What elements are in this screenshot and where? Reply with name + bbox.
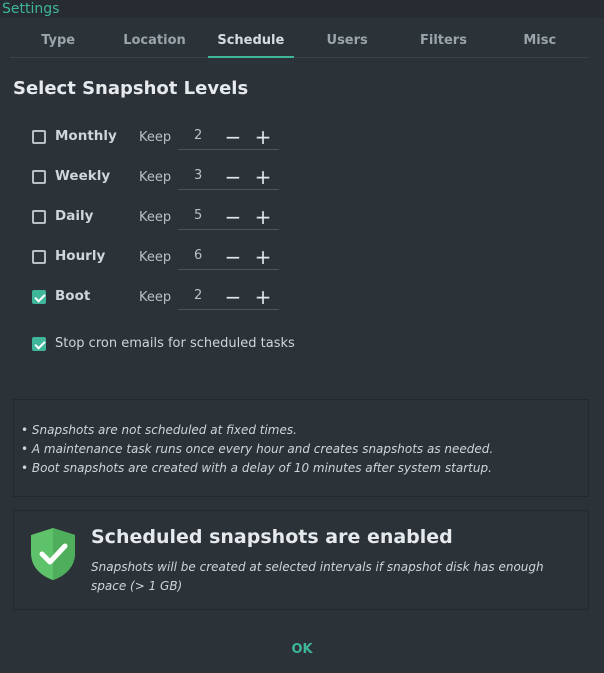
section-heading: Select Snapshot Levels [13,78,249,99]
decrement-button[interactable]: − [224,287,242,307]
increment-button[interactable]: + [254,207,272,227]
info-line: • Snapshots are not scheduled at fixed t… [21,423,297,437]
monthly-checkbox[interactable] [32,130,46,144]
monthly-label: Monthly [55,128,117,144]
tab-misc[interactable]: Misc [492,26,588,57]
level-row-daily: Daily Keep 5 − + [32,205,292,231]
window-title: Settings [0,0,604,18]
hourly-label: Hourly [55,248,106,264]
stop-cron-emails-checkbox[interactable] [32,337,46,351]
level-row-monthly: Monthly Keep 2 − + [32,125,292,151]
daily-keep-value[interactable]: 5 [194,208,210,223]
daily-checkbox[interactable] [32,210,46,224]
tab-schedule[interactable]: Schedule [203,26,299,58]
decrement-button[interactable]: − [224,127,242,147]
daily-keep-spinner: 5 − + [178,205,279,230]
monthly-keep-value[interactable]: 2 [194,128,210,143]
hourly-keep-spinner: 6 − + [178,245,279,270]
tab-bar: Type Location Schedule Users Filters Mis… [10,26,588,58]
level-row-hourly: Hourly Keep 6 − + [32,245,292,271]
level-row-boot: Boot Keep 2 − + [32,285,292,311]
weekly-label: Weekly [55,168,111,184]
level-row-weekly: Weekly Keep 3 − + [32,165,292,191]
decrement-button[interactable]: − [224,207,242,227]
ok-button[interactable]: OK [272,638,332,662]
boot-keep-spinner: 2 − + [178,285,279,310]
cron-row: Stop cron emails for scheduled tasks [32,332,332,356]
boot-keep-value[interactable]: 2 [194,288,210,303]
status-message: Snapshots will be created at selected in… [91,560,544,593]
info-line: • Boot snapshots are created with a dela… [21,461,492,475]
increment-button[interactable]: + [254,247,272,267]
info-box: • Snapshots are not scheduled at fixed t… [13,399,589,497]
decrement-button[interactable]: − [224,247,242,267]
tab-users[interactable]: Users [299,26,395,57]
keep-label: Keep [139,250,172,265]
weekly-keep-spinner: 3 − + [178,165,279,190]
monthly-keep-spinner: 2 − + [178,125,279,150]
info-line: • A maintenance task runs once every hou… [21,442,494,456]
tab-location[interactable]: Location [106,26,202,57]
decrement-button[interactable]: − [224,167,242,187]
keep-label: Keep [139,290,172,305]
increment-button[interactable]: + [254,127,272,147]
hourly-checkbox[interactable] [32,250,46,264]
keep-label: Keep [139,130,172,145]
weekly-checkbox[interactable] [32,170,46,184]
boot-label: Boot [55,288,91,304]
increment-button[interactable]: + [254,167,272,187]
stop-cron-emails-label: Stop cron emails for scheduled tasks [55,336,295,351]
daily-label: Daily [55,208,94,224]
shield-check-icon [31,528,75,580]
tab-filters[interactable]: Filters [395,26,491,57]
hourly-keep-value[interactable]: 6 [194,248,210,263]
boot-checkbox[interactable] [32,290,46,304]
keep-label: Keep [139,170,172,185]
status-box: Scheduled snapshots are enabled Snapshot… [13,510,589,610]
tab-type[interactable]: Type [10,26,106,57]
keep-label: Keep [139,210,172,225]
weekly-keep-value[interactable]: 3 [194,168,210,183]
status-title: Scheduled snapshots are enabled [91,526,453,548]
increment-button[interactable]: + [254,287,272,307]
